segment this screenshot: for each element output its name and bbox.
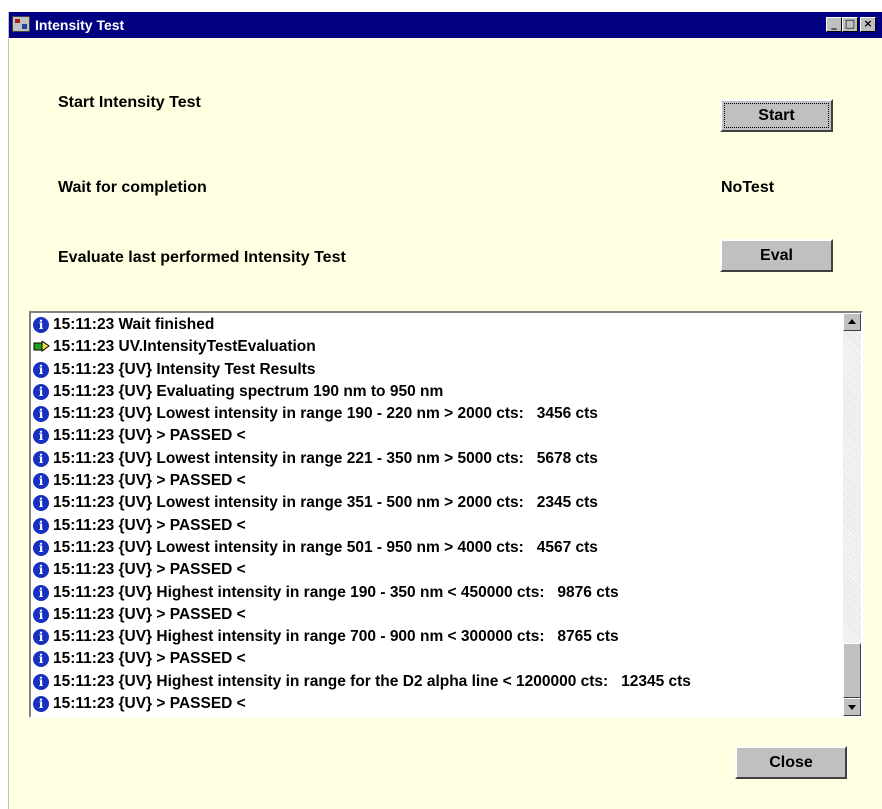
scroll-down-button[interactable] (843, 698, 861, 716)
log-entry[interactable]: i 15:11:23 {UV} > PASSED < (33, 648, 838, 670)
info-icon: i (33, 406, 49, 423)
log-entry-text: 15:11:23 {UV} Lowest intensity in range … (53, 449, 598, 467)
log-entry-text: 15:11:23 {UV} > PASSED < (53, 605, 246, 623)
log-entry[interactable]: i 15:11:23 Wait finished (33, 314, 838, 336)
info-icon: i (33, 383, 49, 400)
log-entry[interactable]: i 15:11:23 {UV} Evaluating spectrum 190 n… (33, 381, 838, 403)
info-icon: i (33, 517, 49, 534)
info-icon: i (33, 539, 49, 556)
log-entry-text: 15:11:23 {UV} > PASSED < (53, 695, 246, 713)
arrow-up-icon (848, 319, 856, 324)
log-list-box[interactable]: i 15:11:23 Wait finished 15:11:23 UV.Inten… (29, 311, 863, 718)
log-entry-text: 15:11:23 {UV} Lowest intensity in range … (53, 538, 598, 556)
window-title: Intensity Test (35, 17, 125, 33)
info-icon: i (33, 562, 49, 579)
info-icon: i (33, 584, 49, 601)
arrow-down-icon (848, 705, 856, 710)
log-entry[interactable]: i 15:11:23 {UV} Lowest intensity in range… (33, 492, 838, 514)
info-icon: i (33, 361, 49, 378)
log-entry[interactable]: i 15:11:23 {UV} > PASSED < (33, 470, 838, 492)
scrollbar-thumb[interactable] (843, 643, 861, 698)
info-icon: i (33, 428, 49, 445)
log-entry[interactable]: i 15:11:23 {UV} Lowest intensity in range… (33, 403, 838, 425)
log-entry[interactable]: i 15:11:23 {UV} Lowest intensity in range… (33, 537, 838, 559)
title-bar[interactable]: Intensity Test _ □ × (9, 12, 882, 38)
action-icon (33, 341, 50, 353)
log-entry-text: 15:11:23 {UV} > PASSED < (53, 472, 246, 490)
log-entry[interactable]: i 15:11:23 {UV} > PASSED < (33, 425, 838, 447)
maximize-button[interactable]: □ (842, 17, 858, 32)
log-entry-text: 15:11:23 {UV} Highest intensity in range… (53, 628, 619, 646)
info-icon: i (33, 629, 49, 646)
start-button[interactable]: Start (720, 99, 833, 132)
vertical-scrollbar[interactable] (843, 313, 861, 716)
close-window-button[interactable]: × (860, 17, 876, 32)
info-icon: i (33, 473, 49, 490)
log-entry-text: 15:11:23 {UV} > PASSED < (53, 561, 246, 579)
test-status: NoTest (721, 179, 775, 196)
log-entry-text: 15:11:23 {UV} Intensity Test Results (53, 360, 316, 378)
evaluate-test-label: Evaluate last performed Intensity Test (58, 249, 346, 266)
info-icon: i (33, 696, 49, 713)
intensity-test-window: Intensity Test _ □ × Start Intensity Tes… (8, 12, 882, 809)
app-icon[interactable] (12, 16, 30, 32)
log-entry-text: 15:11:23 {UV} Evaluating spectrum 190 nm… (53, 382, 444, 400)
minimize-button[interactable]: _ (826, 17, 842, 32)
log-entry[interactable]: i 15:11:23 {UV} Intensity Test Results (33, 359, 838, 381)
log-entry-text: 15:11:23 {UV} Highest intensity in range… (53, 672, 691, 690)
log-entry-text: 15:11:23 Wait finished (53, 316, 215, 333)
log-entry[interactable]: i 15:11:23 {UV} > PASSED < (33, 515, 838, 537)
log-entry[interactable]: i 15:11:23 {UV} Highest intensity in rang… (33, 671, 838, 693)
info-icon: i (33, 651, 49, 668)
info-icon: i (33, 317, 49, 333)
log-entry[interactable]: i 15:11:23 {UV} > PASSED < (33, 693, 838, 714)
log-list[interactable]: i 15:11:23 Wait finished 15:11:23 UV.Inten… (33, 314, 838, 714)
log-entry[interactable]: i 15:11:23 {UV} Lowest intensity in range… (33, 448, 838, 470)
log-entry[interactable]: 15:11:23 UV.IntensityTestEvaluation (33, 336, 838, 358)
log-entry[interactable]: i 15:11:23 {UV} Highest intensity in rang… (33, 626, 838, 648)
log-entry-text: 15:11:23 {UV} > PASSED < (53, 516, 246, 534)
log-entry[interactable]: i 15:11:23 {UV} > PASSED < (33, 559, 838, 581)
close-button[interactable]: Close (735, 746, 847, 779)
wait-completion-label: Wait for completion (58, 179, 207, 196)
log-entry-text: 15:11:23 UV.IntensityTestEvaluation (53, 338, 316, 356)
info-icon: i (33, 495, 49, 512)
log-entry-text: 15:11:23 {UV} Lowest intensity in range … (53, 494, 598, 512)
info-icon: i (33, 673, 49, 690)
log-entry-text: 15:11:23 {UV} Highest intensity in range… (53, 583, 619, 601)
scroll-up-button[interactable] (843, 313, 861, 331)
eval-button[interactable]: Eval (720, 239, 833, 272)
log-entry[interactable]: i 15:11:23 {UV} > PASSED < (33, 604, 838, 626)
log-entry[interactable]: i 15:11:23 {UV} Highest intensity in rang… (33, 582, 838, 604)
info-icon: i (33, 606, 49, 623)
start-test-label: Start Intensity Test (58, 94, 201, 111)
log-entry-text: 15:11:23 {UV} > PASSED < (53, 427, 246, 445)
info-icon: i (33, 450, 49, 467)
log-entry-text: 15:11:23 {UV} > PASSED < (53, 650, 246, 668)
log-entry-text: 15:11:23 {UV} Lowest intensity in range … (53, 405, 598, 423)
